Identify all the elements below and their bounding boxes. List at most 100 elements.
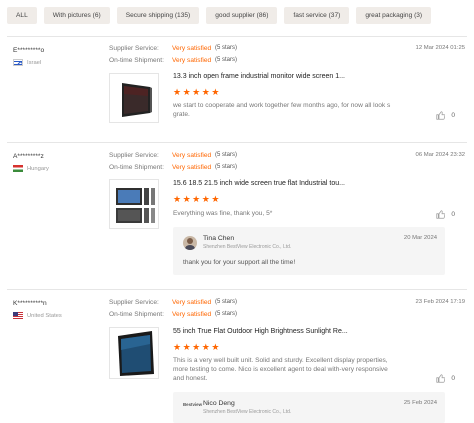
- supplier-reply: Bestview Nico Deng Shenzhen BestView Ele…: [173, 392, 445, 423]
- star-icon: ★: [201, 194, 210, 204]
- supplier-service-rating: Supplier Service: Very satisfied (5 star…: [109, 45, 237, 52]
- thumbs-up-icon: [436, 374, 446, 383]
- like-count: 0: [451, 211, 455, 218]
- hungary-flag-icon: [13, 165, 23, 172]
- product-title[interactable]: 15.6 18.5 21.5 inch wide screen true fla…: [173, 180, 345, 187]
- star-icon: ★: [211, 87, 220, 97]
- reply-author-name: Nico Deng: [203, 400, 235, 407]
- star-icon: ★: [201, 87, 210, 97]
- like-count: 0: [451, 375, 455, 382]
- reviewer-info: K**********n United States: [13, 300, 62, 319]
- country-name: Hungary: [27, 165, 49, 172]
- monitor-image-icon: [122, 83, 152, 117]
- star-icon: ★: [173, 194, 182, 204]
- like-count: 0: [451, 112, 455, 119]
- reply-company: Shenzhen BestView Electronic Co., Ltd.: [203, 244, 292, 250]
- ontime-shipment-rating: On-time Shipment: Very satisfied (5 star…: [109, 311, 237, 318]
- supplier-service-rating: Supplier Service: Very satisfied (5 star…: [109, 299, 237, 306]
- star-icon: ★: [192, 342, 201, 352]
- reply-company: Shenzhen BestView Electronic Co., Ltd.: [203, 409, 292, 415]
- star-icon: ★: [173, 87, 182, 97]
- ontime-shipment-label: On-time Shipment:: [109, 311, 164, 318]
- reply-author-name: Tina Chen: [203, 235, 235, 242]
- star-icon: ★: [182, 87, 191, 97]
- monitor-image-icon: [116, 188, 155, 223]
- review-text: we start to cooperate and work together …: [173, 102, 391, 119]
- reviewer-info: A*********z Hungary: [13, 153, 49, 172]
- like-button[interactable]: 0: [436, 374, 455, 383]
- star-icon: ★: [201, 342, 210, 352]
- filter-chip-good-supplier[interactable]: good supplier (86): [206, 7, 278, 24]
- star-icon: ★: [211, 194, 220, 204]
- review-date: 23 Feb 2024 17:19: [415, 299, 465, 305]
- ontime-shipment-stars: (5 stars): [215, 164, 238, 170]
- ontime-shipment-value: Very satisfied: [172, 164, 212, 171]
- ontime-shipment-stars: (5 stars): [215, 311, 238, 317]
- ontime-shipment-label: On-time Shipment:: [109, 164, 164, 171]
- reviewer-name: A*********z: [13, 153, 44, 160]
- supplier-service-rating: Supplier Service: Very satisfied (5 star…: [109, 152, 237, 159]
- product-title[interactable]: 55 inch True Flat Outdoor High Brightnes…: [173, 328, 348, 335]
- review-item: K**********n United States Supplier Serv…: [7, 290, 467, 423]
- filter-chip-great-packaging[interactable]: great packaging (3): [356, 7, 432, 24]
- review-date: 06 Mar 2024 23:32: [415, 152, 465, 158]
- supplier-service-value: Very satisfied: [172, 299, 212, 306]
- star-icon: ★: [211, 342, 220, 352]
- star-rating: ★ ★ ★ ★ ★: [173, 195, 219, 204]
- star-rating: ★ ★ ★ ★ ★: [173, 343, 219, 352]
- supplier-service-stars: (5 stars): [215, 299, 238, 305]
- star-icon: ★: [182, 342, 191, 352]
- israel-flag-icon: [13, 59, 23, 66]
- filter-chip-fast-service[interactable]: fast service (37): [284, 7, 350, 24]
- ontime-shipment-value: Very satisfied: [172, 311, 212, 318]
- reviewer-country: Israel: [13, 59, 44, 66]
- avatar: [183, 236, 197, 250]
- supplier-reply: Tina Chen Shenzhen BestView Electronic C…: [173, 227, 445, 275]
- review-item: E*********o Israel Supplier Service: Ver…: [7, 36, 467, 143]
- ontime-shipment-rating: On-time Shipment: Very satisfied (5 star…: [109, 164, 237, 171]
- review-text: This is a very well built unit. Solid an…: [173, 357, 388, 383]
- ontime-shipment-stars: (5 stars): [215, 57, 238, 63]
- filter-chip-with-pictures[interactable]: With pictures (6): [43, 7, 110, 24]
- country-name: United States: [27, 312, 62, 319]
- ontime-shipment-rating: On-time Shipment: Very satisfied (5 star…: [109, 57, 237, 64]
- star-icon: ★: [182, 194, 191, 204]
- review-filter-bar: ALL With pictures (6) Secure shipping (1…: [7, 7, 467, 24]
- usa-flag-icon: [13, 312, 23, 319]
- ontime-shipment-value: Very satisfied: [172, 57, 212, 64]
- star-rating: ★ ★ ★ ★ ★: [173, 88, 219, 97]
- reply-date: 20 Mar 2024: [403, 235, 437, 241]
- filter-chip-secure-shipping[interactable]: Secure shipping (135): [116, 7, 200, 24]
- reply-date: 25 Feb 2024: [403, 400, 437, 406]
- supplier-service-stars: (5 stars): [215, 152, 238, 158]
- reviewer-name: K**********n: [13, 300, 47, 307]
- ontime-shipment-label: On-time Shipment:: [109, 57, 164, 64]
- product-thumbnail[interactable]: [109, 73, 159, 123]
- supplier-service-label: Supplier Service:: [109, 299, 159, 306]
- monitor-image-icon: [118, 331, 154, 376]
- country-name: Israel: [27, 59, 42, 66]
- supplier-service-value: Very satisfied: [172, 45, 212, 52]
- reply-text: thank you for your support all the time!: [183, 259, 296, 266]
- like-button[interactable]: 0: [436, 111, 455, 120]
- like-button[interactable]: 0: [436, 210, 455, 219]
- product-thumbnail[interactable]: [109, 179, 159, 229]
- supplier-service-stars: (5 stars): [215, 45, 238, 51]
- star-icon: ★: [173, 342, 182, 352]
- thumbs-up-icon: [436, 111, 446, 120]
- review-text: Everything was fine, thank you, 5*: [173, 210, 273, 217]
- product-title[interactable]: 13.3 inch open frame industrial monitor …: [173, 73, 345, 80]
- supplier-service-value: Very satisfied: [172, 152, 212, 159]
- company-logo: Bestview: [183, 402, 203, 407]
- supplier-service-label: Supplier Service:: [109, 45, 159, 52]
- filter-chip-all[interactable]: ALL: [7, 7, 37, 24]
- reviewer-name: E*********o: [13, 47, 45, 54]
- star-icon: ★: [192, 87, 201, 97]
- reviewer-country: Hungary: [13, 165, 49, 172]
- supplier-service-label: Supplier Service:: [109, 152, 159, 159]
- reviewer-country: United States: [13, 312, 62, 319]
- star-icon: ★: [192, 194, 201, 204]
- review-item: A*********z Hungary Supplier Service: Ve…: [7, 143, 467, 290]
- product-thumbnail[interactable]: [109, 327, 159, 379]
- reviewer-info: E*********o Israel: [13, 47, 44, 66]
